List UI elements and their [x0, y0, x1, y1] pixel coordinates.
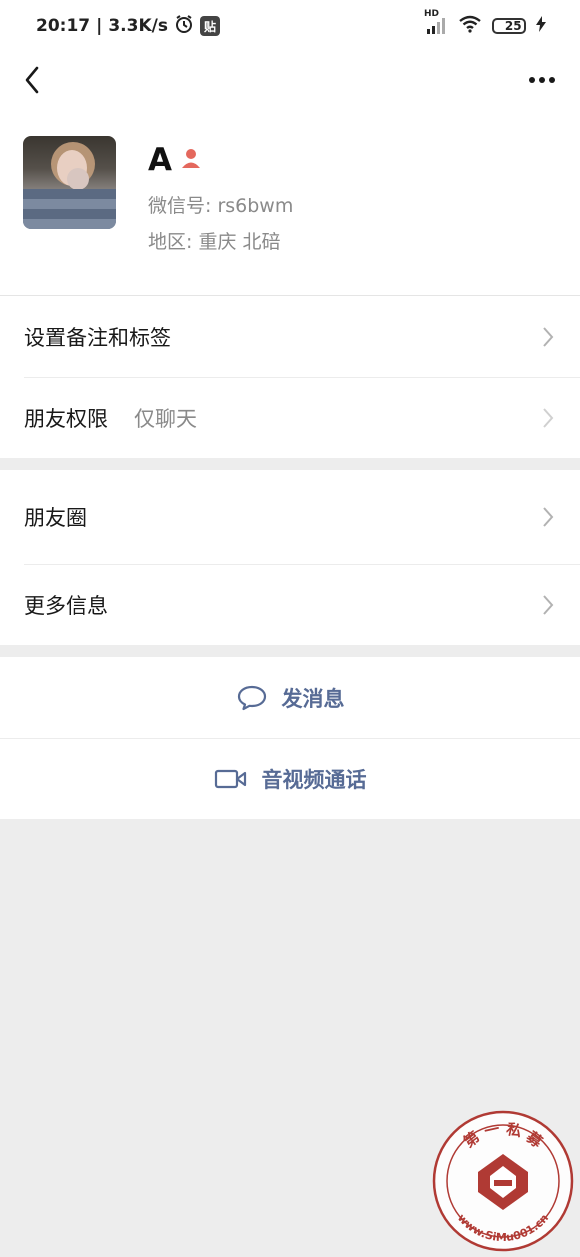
battery-level: 25	[504, 19, 522, 33]
settings-group-1: 设置备注和标签 朋友权限 仅聊天	[0, 296, 580, 458]
moments-row[interactable]: 朋友圈	[0, 470, 580, 564]
name-row: A	[148, 142, 202, 178]
more-button[interactable]	[522, 60, 562, 100]
video-camera-icon	[214, 769, 246, 788]
battery-icon: 25	[492, 18, 526, 34]
chevron-right-icon	[543, 326, 554, 347]
chat-bubble-icon	[237, 685, 266, 710]
permission-value: 仅聊天	[134, 406, 197, 431]
wifi-icon	[458, 15, 482, 38]
permission-label: 朋友权限	[24, 406, 108, 431]
alarm-icon	[174, 14, 194, 39]
more-dots-icon	[529, 77, 555, 83]
back-button[interactable]	[14, 60, 50, 100]
avatar-sweater	[23, 189, 116, 229]
send-message-label: 发消息	[281, 686, 345, 711]
status-network-speed: 3.3K/s	[108, 16, 168, 36]
remarks-and-tags-row[interactable]: 设置备注和标签	[0, 296, 580, 377]
avatar[interactable]	[23, 136, 116, 229]
friend-permission-row[interactable]: 朋友权限 仅聊天	[0, 377, 580, 458]
remarks-label: 设置备注和标签	[24, 325, 171, 350]
female-gender-icon	[180, 147, 202, 173]
chevron-right-icon	[543, 407, 554, 428]
signal-icon: HD	[424, 9, 448, 35]
chevron-right-icon	[543, 507, 554, 527]
settings-group-2: 朋友圈 更多信息	[0, 470, 580, 645]
wechat-id: 微信号: rs6bwm	[148, 195, 294, 217]
more-info-label: 更多信息	[24, 593, 108, 618]
region: 地区: 重庆 北碚	[148, 231, 281, 253]
moments-label: 朋友圈	[24, 506, 87, 530]
more-info-row[interactable]: 更多信息	[0, 564, 580, 645]
contact-name: A	[148, 142, 172, 178]
tie-badge-icon: 贴	[199, 16, 220, 36]
status-right: HD 25	[424, 9, 546, 38]
video-call-button[interactable]: 音视频通话	[0, 738, 580, 819]
section-gap	[0, 458, 580, 470]
status-left: 20:17 | 3.3K/s 贴	[36, 14, 220, 39]
section-gap	[0, 645, 580, 657]
header-area: 20:17 | 3.3K/s 贴 HD 25 A 微信号: rs6bwm 地区:…	[0, 0, 580, 295]
watermark-seal: 第 一 私 募 www.SiMu001.cn	[432, 1110, 574, 1252]
video-call-label: 音视频通话	[261, 767, 367, 792]
avatar-hand	[67, 168, 89, 190]
status-separator: |	[96, 16, 103, 36]
status-bar: 20:17 | 3.3K/s 贴 HD 25	[0, 0, 580, 52]
status-time: 20:17	[36, 16, 91, 36]
charging-icon	[536, 15, 546, 37]
hd-label: HD	[424, 9, 440, 19]
send-message-button[interactable]: 发消息	[0, 657, 580, 738]
back-arrow-icon	[25, 66, 39, 94]
chevron-right-icon	[543, 594, 554, 615]
profile-card: A 微信号: rs6bwm 地区: 重庆 北碚	[0, 106, 580, 295]
nav-bar	[0, 52, 580, 106]
